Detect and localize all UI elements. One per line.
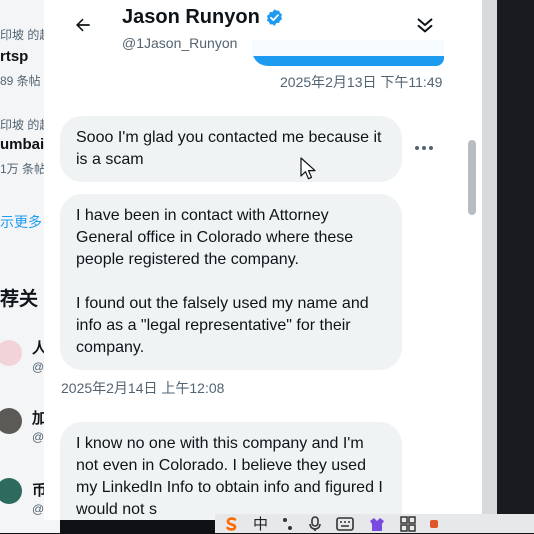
received-message-bubble[interactable]: I have been in contact with Attorney Gen… <box>60 194 402 370</box>
contact-handle: @1Jason_Runyon <box>122 35 238 51</box>
skin-icon[interactable] <box>368 517 386 531</box>
keyboard-icon[interactable] <box>336 516 354 531</box>
background-dark-strip <box>497 0 534 533</box>
back-button[interactable] <box>70 12 96 38</box>
show-more-link[interactable]: 示更多 <box>0 212 42 232</box>
avatar[interactable] <box>0 408 22 434</box>
received-message-bubble[interactable]: I know no one with this company and I'm … <box>60 422 402 520</box>
arrow-left-icon <box>76 18 90 32</box>
contact-name[interactable]: Jason Runyon <box>122 6 284 29</box>
extra-tray-icon[interactable] <box>430 518 439 530</box>
ime-mode-toggle[interactable]: 中 <box>253 513 268 534</box>
contact-name-label: Jason Runyon <box>122 6 260 28</box>
message-timestamp: 2025年2月14日 上午12:08 <box>61 380 225 396</box>
message-text: I know no one with this company and I'm … <box>76 435 383 518</box>
suggestion-handle: @ <box>32 502 45 516</box>
page-scroll-track <box>482 0 497 533</box>
trend-title[interactable]: rtsp <box>0 48 28 65</box>
message-text: Sooo I'm glad you contacted me because i… <box>76 129 382 168</box>
message-text: I have been in contact with Attorney Gen… <box>76 207 369 356</box>
trend-title[interactable]: umbai <box>0 136 44 153</box>
who-to-follow-heading: 荐关 <box>0 289 39 310</box>
grid-apps-icon[interactable] <box>400 515 416 532</box>
trend-count: 1万 条帖 <box>0 162 47 176</box>
avatar[interactable] <box>0 478 22 504</box>
ime-toolbar: 中 <box>215 514 534 533</box>
verified-badge-icon <box>266 9 282 26</box>
microphone-icon[interactable] <box>308 515 322 532</box>
dm-conversation-panel: Jason Runyon @1Jason_Runyon 2025年2月13日 下… <box>44 0 482 520</box>
message-timestamp: 2025年2月13日 下午11:49 <box>280 74 443 90</box>
punctuation-icon[interactable] <box>282 517 294 531</box>
trend-count: 89 条帖 <box>0 74 41 88</box>
scrollbar-thumb[interactable] <box>468 140 476 215</box>
suggestion-handle: @ <box>32 360 45 374</box>
message-more-button[interactable] <box>412 140 436 156</box>
avatar[interactable] <box>0 340 22 366</box>
more-dot-icon <box>415 146 419 150</box>
mouse-cursor-icon <box>300 157 316 180</box>
sogou-logo-icon[interactable] <box>223 516 239 532</box>
suggestion-handle: @ <box>32 430 45 444</box>
more-dot-icon <box>422 146 426 150</box>
received-message-bubble[interactable]: Sooo I'm glad you contacted me because i… <box>60 116 402 182</box>
more-dot-icon <box>429 146 433 150</box>
conversation-header: Jason Runyon @1Jason_Runyon <box>44 0 482 56</box>
collapse-chevrons-icon[interactable] <box>414 14 436 36</box>
